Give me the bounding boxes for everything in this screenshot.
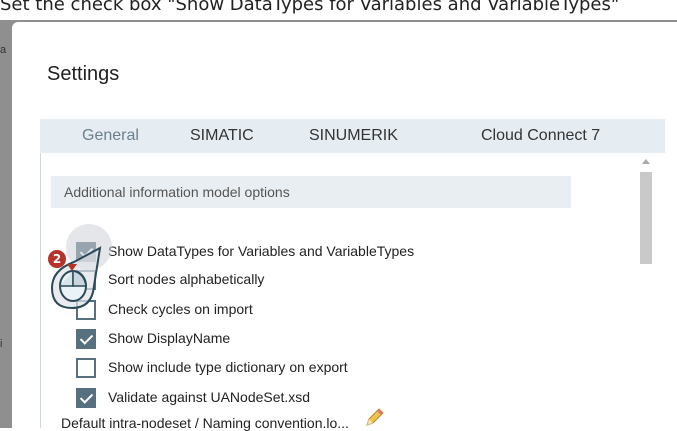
backdrop-peek-text: a	[0, 44, 7, 56]
tab-bar: General SIMATIC SINUMERIK Cloud Connect …	[40, 119, 665, 153]
vertical-scrollbar[interactable]	[640, 159, 652, 428]
scroll-thumb[interactable]	[640, 172, 652, 264]
tab-cloud-connect-7[interactable]: Cloud Connect 7	[481, 127, 600, 145]
checkbox-show-displayname[interactable]	[76, 329, 96, 349]
option-label: Sort nodes alphabetically	[108, 271, 265, 287]
step-number-badge: 2	[48, 250, 66, 268]
tab-sinumerik[interactable]: SINUMERIK	[309, 127, 398, 145]
settings-content: Additional information model options Sho…	[40, 153, 666, 431]
option-label: Check cycles on import	[108, 301, 253, 317]
tab-general[interactable]: General	[82, 127, 139, 145]
option-label: Show include type dictionary on export	[108, 359, 348, 375]
settings-dialog: Settings General SIMATIC SINUMERIK Cloud…	[12, 22, 677, 431]
section-header-label: Additional information model options	[64, 184, 290, 200]
partially-visible-option: Default intra-nodeset / Naming conventio…	[61, 415, 349, 431]
backdrop-peek-text: i	[0, 338, 3, 350]
instruction-text: Set the check box "Show DataTypes for Va…	[0, 0, 620, 15]
checkbox-show-include-type-dictionary[interactable]	[76, 358, 96, 378]
section-header: Additional information model options	[51, 176, 571, 208]
dialog-title: Settings	[47, 63, 120, 85]
option-label: Validate against UANodeSet.xsd	[108, 389, 311, 405]
scroll-up-icon[interactable]	[642, 159, 650, 164]
option-label: Show DataTypes for Variables and Variabl…	[108, 243, 415, 259]
pencil-icon	[366, 408, 384, 426]
option-label: Show DisplayName	[108, 330, 231, 346]
tab-simatic[interactable]: SIMATIC	[190, 127, 254, 145]
checkbox-validate-uanodeset[interactable]	[76, 388, 96, 408]
